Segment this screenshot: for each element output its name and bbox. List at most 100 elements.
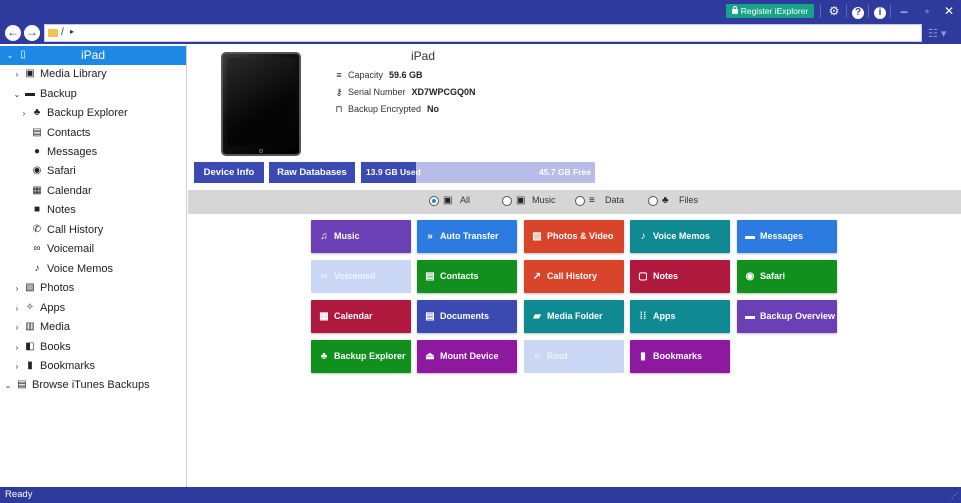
tree-item-notes[interactable]: ■ Notes — [0, 201, 186, 220]
calendar-icon: ▦ — [319, 311, 329, 322]
tile-auto-transfer[interactable]: » Auto Transfer — [417, 220, 517, 253]
sitemap-icon: ♣ — [320, 351, 328, 362]
tile-label: Notes — [653, 271, 679, 281]
status-text: Ready — [5, 489, 33, 500]
tile-media-folder[interactable]: ▰ Media Folder — [524, 300, 624, 333]
close-icon[interactable]: ✕ — [941, 3, 957, 19]
maximize-icon[interactable]: ▫ — [919, 3, 935, 19]
path-caret-icon[interactable]: ▸ — [70, 27, 74, 36]
drive-icon: ⏏ — [425, 351, 435, 362]
back-arrow-icon[interactable]: ← — [5, 25, 21, 41]
tile-backup-overview[interactable]: ▬ Backup Overview — [737, 300, 837, 333]
film-icon: ▥ — [25, 321, 35, 332]
expand-icon[interactable]: › — [13, 279, 21, 298]
tile-contacts[interactable]: ▤ Contacts — [417, 260, 517, 293]
encrypted-row: ⊓ Backup Encrypted No — [334, 102, 439, 116]
collapse-icon[interactable]: ⌄ — [13, 85, 21, 104]
tile-mount-device[interactable]: ⏏ Mount Device — [417, 340, 517, 373]
raw-databases-button[interactable]: Raw Databases — [269, 162, 355, 183]
tree-item-voicemail[interactable]: ∞ Voicemail — [0, 240, 186, 259]
tree-item-call-history[interactable]: ✆ Call History — [0, 221, 186, 240]
address-row: ← → / ▸ ☷ ▾ — [0, 22, 961, 44]
filter-data-radio[interactable] — [575, 196, 585, 206]
status-bar: Ready ⋰ — [0, 487, 961, 503]
filter-files-label: Files — [679, 195, 699, 205]
apps-icon: ⁞⁞ — [639, 311, 647, 322]
tile-label: Messages — [760, 231, 804, 241]
gear-icon[interactable]: ⚙ — [826, 3, 842, 19]
encrypted-label: Backup Encrypted — [348, 104, 422, 114]
expand-icon[interactable]: › — [13, 299, 21, 318]
collapse-icon[interactable]: ⌄ — [4, 376, 12, 395]
tree-item-label: Messages — [47, 146, 98, 158]
view-grid-icon[interactable]: ☷ ▾ — [928, 27, 946, 40]
tile-voice-memos[interactable]: ♪ Voice Memos — [630, 220, 730, 253]
expand-icon[interactable]: › — [13, 318, 21, 337]
tree-item-bookmarks[interactable]: › ▮ Bookmarks — [0, 357, 186, 376]
tile-label: Calendar — [334, 311, 373, 321]
music-icon: ♫ — [320, 231, 328, 242]
tree-item-calendar[interactable]: ▦ Calendar — [0, 182, 186, 201]
expand-icon[interactable]: › — [20, 104, 28, 123]
tree-item-backup-explorer[interactable]: › ♣ Backup Explorer — [0, 104, 186, 123]
tile-label: Call History — [547, 271, 598, 281]
tree-item-media-library[interactable]: › ▣ Media Library — [0, 65, 186, 84]
tile-music[interactable]: ♫ Music — [311, 220, 411, 253]
info-icon[interactable]: i — [872, 3, 888, 19]
tile-notes[interactable]: ▢ Notes — [630, 260, 730, 293]
tree-item-label: Media Library — [40, 68, 107, 80]
media-library-icon: ▣ — [25, 68, 35, 79]
sitemap-icon: ♣ — [662, 195, 669, 206]
device-info-button[interactable]: Device Info — [194, 162, 264, 183]
filter-music-radio[interactable] — [502, 196, 512, 206]
tile-call-history[interactable]: ↗ Call History — [524, 260, 624, 293]
tree-item-messages[interactable]: ● Messages — [0, 143, 186, 162]
bookmark-icon: ▮ — [640, 351, 646, 362]
tile-messages[interactable]: ▬ Messages — [737, 220, 837, 253]
voicemail-icon: ∞ — [320, 271, 328, 282]
tree-item-media[interactable]: › ▥ Media — [0, 318, 186, 337]
tile-label: Music — [334, 231, 360, 241]
database-icon: ≡ — [336, 70, 342, 80]
tree-item-label: Bookmarks — [40, 360, 96, 372]
tree-item-voice-memos[interactable]: ♪ Voice Memos — [0, 260, 186, 279]
device-screen — [227, 58, 295, 146]
main-panel: iPad ≡ Capacity 59.6 GB ⚷ Serial Number XD7W… — [188, 44, 961, 487]
backup-icon: ▬ — [745, 311, 755, 322]
tile-label: Documents — [440, 311, 490, 321]
tile-documents[interactable]: ▤ Documents — [417, 300, 517, 333]
tree-item-books[interactable]: › ◧ Books — [0, 338, 186, 357]
filter-all-radio[interactable] — [429, 196, 439, 206]
tree-item-photos[interactable]: › ▧ Photos — [0, 279, 186, 298]
lock-icon — [731, 6, 738, 14]
separator — [820, 4, 821, 18]
tile-label: Safari — [760, 271, 786, 281]
address-bar[interactable]: / ▸ — [44, 24, 922, 42]
tile-calendar[interactable]: ▦ Calendar — [311, 300, 411, 333]
tree-item-contacts[interactable]: ▤ Contacts — [0, 124, 186, 143]
tree-item-browse-itunes-backups[interactable]: ⌄ ▤ Browse iTunes Backups — [0, 376, 186, 395]
help-icon[interactable]: ? — [850, 3, 866, 19]
separator — [846, 4, 847, 18]
tile-bookmarks[interactable]: ▮ Bookmarks — [630, 340, 730, 373]
tile-apps[interactable]: ⁞⁞ Apps — [630, 300, 730, 333]
tree-item-ipad[interactable]: ⌄ ▯ iPad — [0, 46, 186, 65]
tile-safari[interactable]: ◉ Safari — [737, 260, 837, 293]
tree-item-backup[interactable]: ⌄ ▬ Backup — [0, 85, 186, 104]
tile-backup-explorer[interactable]: ♣ Backup Explorer — [311, 340, 411, 373]
tile-label: Backup Explorer — [334, 351, 406, 361]
register-button[interactable]: Register iExplorer — [726, 4, 814, 18]
calendar-icon: ▦ — [32, 185, 42, 196]
tile-photos-video[interactable]: ▧ Photos & Video — [524, 220, 624, 253]
forward-arrow-icon[interactable]: → — [24, 25, 40, 41]
minimize-icon[interactable]: – — [896, 3, 912, 19]
tile-label: Mount Device — [440, 351, 499, 361]
tree-item-apps[interactable]: › ✧ Apps — [0, 299, 186, 318]
expand-icon[interactable]: › — [13, 338, 21, 357]
expand-icon[interactable]: › — [13, 357, 21, 376]
expand-icon[interactable]: › — [13, 65, 21, 84]
filter-files-radio[interactable] — [648, 196, 658, 206]
tree-item-safari[interactable]: ◉ Safari — [0, 162, 186, 181]
storage-bar: 13.9 GB Used 45.7 GB Free — [361, 162, 595, 183]
resize-grip-icon[interactable]: ⋰ — [951, 492, 958, 500]
